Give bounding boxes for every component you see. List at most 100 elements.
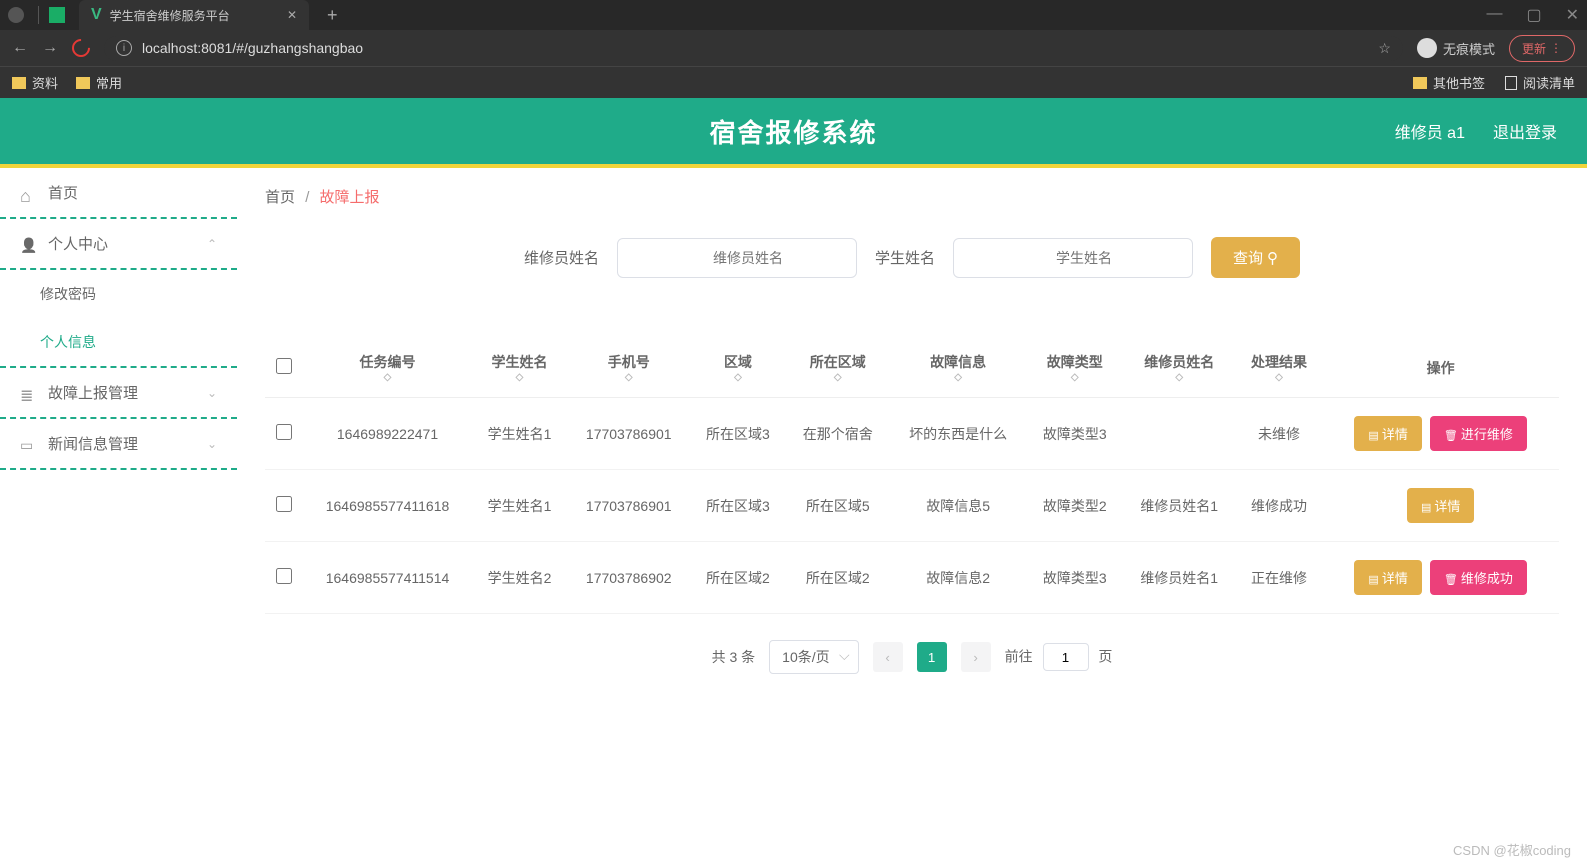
th-phone[interactable]: 手机号 bbox=[568, 338, 690, 398]
forward-icon[interactable]: → bbox=[42, 39, 58, 57]
sidebar-item-news-mgmt[interactable]: 新闻信息管理 ⌄ bbox=[0, 419, 237, 470]
page-jump-input[interactable] bbox=[1043, 643, 1089, 671]
news-icon bbox=[20, 437, 36, 451]
th-region[interactable]: 区域 bbox=[690, 338, 786, 398]
reload-icon[interactable] bbox=[68, 35, 93, 60]
page-1-button[interactable]: 1 bbox=[917, 642, 947, 672]
user-label[interactable]: 维修员 a1 bbox=[1395, 119, 1465, 143]
total-count: 共 3 条 bbox=[712, 647, 756, 667]
th-repairman[interactable]: 维修员姓名 bbox=[1123, 338, 1236, 398]
close-icon[interactable]: ✕ bbox=[287, 8, 297, 22]
sort-icon bbox=[897, 372, 1018, 383]
bookmark-folder-2[interactable]: 常用 bbox=[76, 73, 122, 92]
sidebar-item-fault-mgmt[interactable]: 故障上报管理 ⌄ bbox=[0, 368, 237, 419]
folder-icon bbox=[76, 77, 90, 89]
select-all-checkbox[interactable] bbox=[276, 358, 292, 374]
chevron-up-icon: ⌃ bbox=[207, 237, 217, 251]
prev-page-button[interactable]: ‹ bbox=[873, 642, 903, 672]
row-action-button[interactable]: 进行维修 bbox=[1430, 416, 1527, 451]
row-action-button[interactable]: 详情 bbox=[1407, 488, 1474, 523]
tab-separator bbox=[38, 6, 39, 24]
close-window-icon[interactable]: ✕ bbox=[1566, 5, 1579, 25]
th-student[interactable]: 学生姓名 bbox=[472, 338, 568, 398]
tab-title: 学生宿舍维修服务平台 bbox=[110, 7, 230, 24]
menu-dots-icon[interactable]: ⋮ bbox=[1550, 41, 1562, 55]
browser-nav-bar: ← → i localhost:8081/#/guzhangshangbao ☆… bbox=[0, 30, 1587, 66]
sort-icon bbox=[312, 372, 464, 383]
search-icon: ⚲ bbox=[1267, 249, 1278, 267]
chevron-down-icon: ⌄ bbox=[207, 437, 217, 451]
row-checkbox[interactable] bbox=[276, 424, 292, 440]
cell-fault-type: 故障类型3 bbox=[1027, 398, 1123, 470]
th-fault-type[interactable]: 故障类型 bbox=[1027, 338, 1123, 398]
cell-actions: 详情 bbox=[1322, 470, 1559, 542]
sidebar: 首页 个人中心 ⌃ 修改密码 个人信息 故障上报管理 ⌄ 新闻信息管理 ⌄ bbox=[0, 168, 237, 863]
row-checkbox[interactable] bbox=[276, 496, 292, 512]
app-header: 宿舍报修系统 维修员 a1 退出登录 bbox=[0, 98, 1587, 168]
cell-area: 所在区域5 bbox=[786, 470, 890, 542]
sidebar-sub-change-pwd[interactable]: 修改密码 bbox=[0, 270, 237, 318]
url-text: localhost:8081/#/guzhangshangbao bbox=[142, 40, 363, 56]
query-button[interactable]: 查询 ⚲ bbox=[1211, 237, 1300, 278]
bookmarks-bar: 资料 常用 其他书签 阅读清单 bbox=[0, 66, 1587, 98]
cell-fault-type: 故障类型2 bbox=[1027, 470, 1123, 542]
bookmark-star-icon[interactable]: ☆ bbox=[1378, 40, 1391, 57]
cell-actions: 详情进行维修 bbox=[1322, 398, 1559, 470]
sort-icon bbox=[1131, 372, 1228, 383]
maximize-icon[interactable]: ▢ bbox=[1526, 5, 1541, 25]
cell-result: 维修成功 bbox=[1236, 470, 1323, 542]
main-content: 首页 / 故障上报 维修员姓名 学生姓名 查询 ⚲ 任务编号 bbox=[237, 168, 1587, 863]
site-info-icon[interactable]: i bbox=[116, 40, 132, 56]
cell-fault-info: 坏的东西是什么 bbox=[889, 398, 1026, 470]
browser-tab[interactable]: V 学生宿舍维修服务平台 ✕ bbox=[79, 0, 309, 30]
minimize-icon[interactable]: — bbox=[1486, 5, 1502, 25]
cell-student: 学生姓名1 bbox=[472, 398, 568, 470]
url-bar[interactable]: i localhost:8081/#/guzhangshangbao ☆ bbox=[104, 36, 1403, 61]
breadcrumb-home[interactable]: 首页 bbox=[265, 189, 295, 206]
window-controls: — ▢ ✕ bbox=[1486, 5, 1579, 25]
row-action-button[interactable]: 详情 bbox=[1354, 416, 1421, 451]
cell-result: 正在维修 bbox=[1236, 542, 1323, 614]
sidebar-item-personal[interactable]: 个人中心 ⌃ bbox=[0, 219, 237, 270]
cell-student: 学生姓名2 bbox=[472, 542, 568, 614]
page-size-select[interactable]: 10条/页 bbox=[769, 640, 858, 674]
other-bookmarks[interactable]: 其他书签 bbox=[1413, 73, 1485, 92]
row-action-button[interactable]: 维修成功 bbox=[1430, 560, 1527, 595]
sidebar-item-home[interactable]: 首页 bbox=[0, 168, 237, 219]
table-row: 1646989222471 学生姓名1 17703786901 所在区域3 在那… bbox=[265, 398, 1559, 470]
cell-phone: 17703786902 bbox=[568, 542, 690, 614]
th-result[interactable]: 处理结果 bbox=[1236, 338, 1323, 398]
student-input[interactable] bbox=[953, 238, 1193, 278]
cell-phone: 17703786901 bbox=[568, 398, 690, 470]
logout-link[interactable]: 退出登录 bbox=[1493, 119, 1557, 143]
repairman-input[interactable] bbox=[617, 238, 857, 278]
th-task-no[interactable]: 任务编号 bbox=[304, 338, 472, 398]
page-title: 宿舍报修系统 bbox=[709, 113, 877, 150]
row-checkbox[interactable] bbox=[276, 568, 292, 584]
sidebar-sub-profile[interactable]: 个人信息 bbox=[0, 318, 237, 368]
back-icon[interactable]: ← bbox=[12, 39, 28, 57]
cell-task-no: 1646985577411618 bbox=[304, 470, 472, 542]
cell-repairman: 维修员姓名1 bbox=[1123, 470, 1236, 542]
repairman-label: 维修员姓名 bbox=[524, 247, 599, 268]
breadcrumb-sep: / bbox=[305, 189, 309, 206]
update-button[interactable]: 更新 ⋮ bbox=[1509, 35, 1575, 62]
reading-list[interactable]: 阅读清单 bbox=[1505, 73, 1575, 92]
row-action-button[interactable]: 详情 bbox=[1354, 560, 1421, 595]
breadcrumb-current: 故障上报 bbox=[320, 189, 380, 206]
bookmark-folder-1[interactable]: 资料 bbox=[12, 73, 58, 92]
new-tab-icon[interactable]: + bbox=[327, 5, 338, 26]
folder-icon bbox=[12, 77, 26, 89]
incognito-indicator: 无痕模式 bbox=[1417, 38, 1495, 58]
sort-icon bbox=[1035, 372, 1115, 383]
th-area[interactable]: 所在区域 bbox=[786, 338, 890, 398]
watermark: CSDN @花椒coding bbox=[1453, 840, 1571, 859]
th-fault-info[interactable]: 故障信息 bbox=[889, 338, 1026, 398]
reading-list-icon bbox=[1505, 76, 1517, 90]
browser-tab-bar: V 学生宿舍维修服务平台 ✕ + — ▢ ✕ bbox=[0, 0, 1587, 30]
sort-icon bbox=[698, 372, 778, 383]
fault-table: 任务编号 学生姓名 手机号 区域 所在区域 故障信息 故障类型 维修员姓名 处理… bbox=[265, 338, 1559, 614]
cell-area: 所在区域2 bbox=[786, 542, 890, 614]
chevron-down-icon: ⌄ bbox=[207, 386, 217, 400]
next-page-button[interactable]: › bbox=[961, 642, 991, 672]
